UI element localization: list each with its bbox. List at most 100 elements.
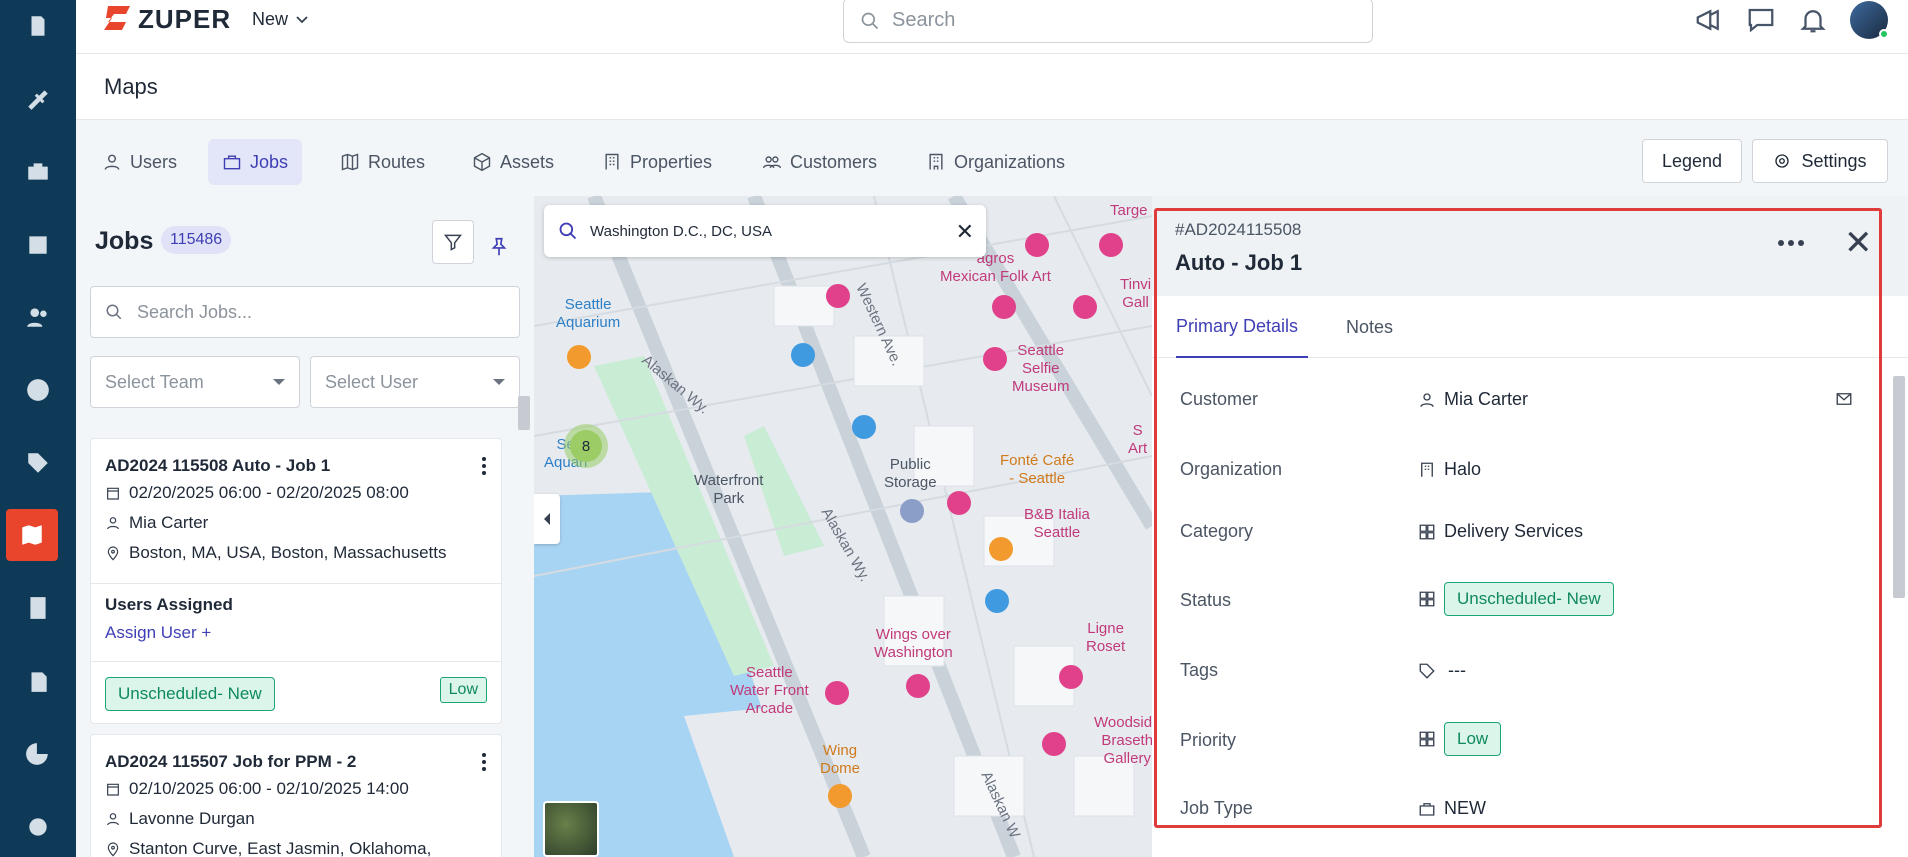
- priority-badge[interactable]: Low: [1444, 722, 1502, 756]
- job-card-title: AD2024 115508 Auto - Job 1: [105, 456, 331, 475]
- tab-organizations[interactable]: Organizations: [912, 139, 1079, 185]
- organization-value: Halo: [1418, 459, 1481, 480]
- card-divider: [91, 583, 501, 584]
- mail-icon[interactable]: [1834, 390, 1854, 408]
- megaphone-icon[interactable]: [1694, 5, 1724, 35]
- tab-properties[interactable]: Properties: [588, 139, 726, 185]
- tab-routes[interactable]: Routes: [326, 139, 439, 185]
- address-text: Boston, MA, USA, Boston, Massachusetts: [129, 543, 447, 562]
- job-details-panel: #AD2024115508 Auto - Job 1 ✕ Primary Det…: [1152, 196, 1908, 857]
- global-search-input[interactable]: Search: [843, 0, 1373, 43]
- filter-button[interactable]: [432, 220, 474, 264]
- calendar-icon[interactable]: [0, 218, 76, 270]
- briefcase-icon[interactable]: [0, 145, 76, 197]
- dispatch-icon[interactable]: [0, 0, 76, 52]
- map-label: Seattle Aquarium: [556, 296, 621, 331]
- status-label: Status: [1180, 590, 1232, 610]
- cluster-count: 8: [570, 430, 602, 462]
- organization-name: Halo: [1444, 459, 1482, 479]
- close-icon[interactable]: ✕: [1844, 226, 1873, 260]
- zuper-logo[interactable]: ZUPER: [104, 0, 231, 38]
- customer-name[interactable]: Mia Carter: [1444, 389, 1528, 410]
- people-icon[interactable]: [0, 291, 76, 343]
- jobs-count-badge: 115486: [161, 226, 232, 254]
- cube-icon: [473, 152, 491, 172]
- details-scrollbar[interactable]: [1893, 376, 1905, 598]
- job-details-header: #AD2024115508 Auto - Job 1 ✕: [1152, 196, 1908, 296]
- caret-down-icon: [273, 379, 285, 385]
- search-placeholder: Search: [892, 9, 956, 31]
- top-icons: [1694, 0, 1889, 40]
- job-card-schedule: 02/20/2025 06:00 - 02/20/2025 08:00: [105, 483, 409, 503]
- status-badge[interactable]: Unscheduled- New: [1444, 582, 1614, 616]
- select-user-dropdown[interactable]: Select User: [310, 356, 520, 408]
- assign-user-link[interactable]: Assign User +: [105, 623, 211, 643]
- chevron-down-icon: [296, 15, 308, 23]
- job-card-address: Stanton Curve, East Jasmin, Oklahoma,: [105, 839, 431, 857]
- tab-assets-label: Assets: [500, 151, 555, 172]
- schedule-text: 02/10/2025 06:00 - 02/10/2025 14:00: [129, 779, 409, 798]
- card-divider: [91, 661, 501, 662]
- tab-customers[interactable]: Customers: [748, 139, 891, 185]
- calculator-icon[interactable]: [0, 582, 76, 634]
- chevron-left-icon: [544, 513, 550, 525]
- close-icon[interactable]: ✕: [956, 219, 974, 245]
- tab-users[interactable]: Users: [88, 139, 191, 185]
- user-icon: [107, 813, 119, 826]
- map-cluster-marker[interactable]: 8: [564, 424, 608, 468]
- bell-icon[interactable]: [1798, 5, 1828, 35]
- jobs-scrollbar[interactable]: [518, 396, 530, 430]
- schedule-text: 02/20/2025 06:00 - 02/20/2025 08:00: [129, 483, 409, 502]
- tab-notes[interactable]: Notes: [1346, 296, 1393, 358]
- tab-jobs[interactable]: Jobs: [208, 139, 303, 185]
- tab-assets[interactable]: Assets: [458, 139, 568, 185]
- job-card[interactable]: AD2024 115508 Auto - Job 1 02/20/2025 06…: [90, 438, 502, 724]
- user-icon: [107, 517, 119, 530]
- tag-icon[interactable]: [0, 437, 76, 489]
- filter-icon: [443, 234, 463, 251]
- select-team-dropdown[interactable]: Select Team: [90, 356, 300, 408]
- customer-text: Lavonne Durgan: [129, 809, 255, 828]
- chat-icon[interactable]: [1746, 5, 1776, 35]
- map-label: WoodsideBrasethGallery: [1094, 714, 1152, 767]
- select-user-placeholder: Select User: [325, 371, 419, 392]
- map-icon[interactable]: [6, 509, 58, 561]
- online-status-dot: [1879, 29, 1889, 39]
- search-icon: [106, 304, 122, 320]
- map-label: Targe: [1110, 202, 1148, 219]
- legend-button[interactable]: Legend: [1642, 139, 1742, 183]
- users-assigned-label: Users Assigned: [105, 595, 233, 614]
- pie-chart-icon[interactable]: [0, 728, 76, 780]
- map-label: Seattle Selfie Museum: [1012, 342, 1070, 395]
- building-icon: [605, 153, 619, 170]
- new-dropdown-button[interactable]: New: [252, 9, 308, 30]
- tags-text: ---: [1448, 660, 1466, 680]
- collapse-panel-button[interactable]: [534, 494, 560, 544]
- priority-badge: Low: [439, 677, 487, 703]
- left-nav-rail: [0, 0, 76, 857]
- user-icon: [1420, 392, 1434, 407]
- tools-icon[interactable]: [0, 73, 76, 125]
- job-card-customer: Lavonne Durgan: [105, 809, 255, 829]
- settings-gear-icon[interactable]: [0, 801, 76, 853]
- maps-tab-bar: Users Jobs Routes Assets Properties Cust…: [76, 120, 1908, 196]
- map-label: S Art: [1128, 422, 1148, 457]
- customer-label: Customer: [1180, 389, 1259, 409]
- avatar[interactable]: [1850, 1, 1889, 39]
- pin-button[interactable]: [488, 236, 512, 260]
- more-options-icon[interactable]: [1778, 240, 1804, 246]
- settings-button[interactable]: Settings: [1752, 139, 1888, 183]
- tag-icon: [1419, 663, 1435, 679]
- satellite-toggle[interactable]: [543, 801, 599, 857]
- more-options-icon[interactable]: [481, 753, 487, 771]
- more-options-icon[interactable]: [481, 457, 487, 475]
- job-card[interactable]: AD2024 115507 Job for PPM - 2 02/10/2025…: [90, 734, 502, 857]
- map-location-search[interactable]: Washington D.C., DC, USA ✕: [544, 205, 986, 257]
- jobs-search-input[interactable]: Search Jobs...: [90, 286, 520, 338]
- tab-primary-details[interactable]: Primary Details: [1176, 296, 1308, 358]
- search-icon: [861, 12, 879, 29]
- map-label: Waterfront Park: [694, 472, 764, 507]
- clock-icon[interactable]: [0, 364, 76, 416]
- documents-icon[interactable]: [0, 655, 76, 707]
- map-canvas[interactable]: SeattleAquarium SeAquari Alaskan Wy. Ala…: [534, 196, 1152, 857]
